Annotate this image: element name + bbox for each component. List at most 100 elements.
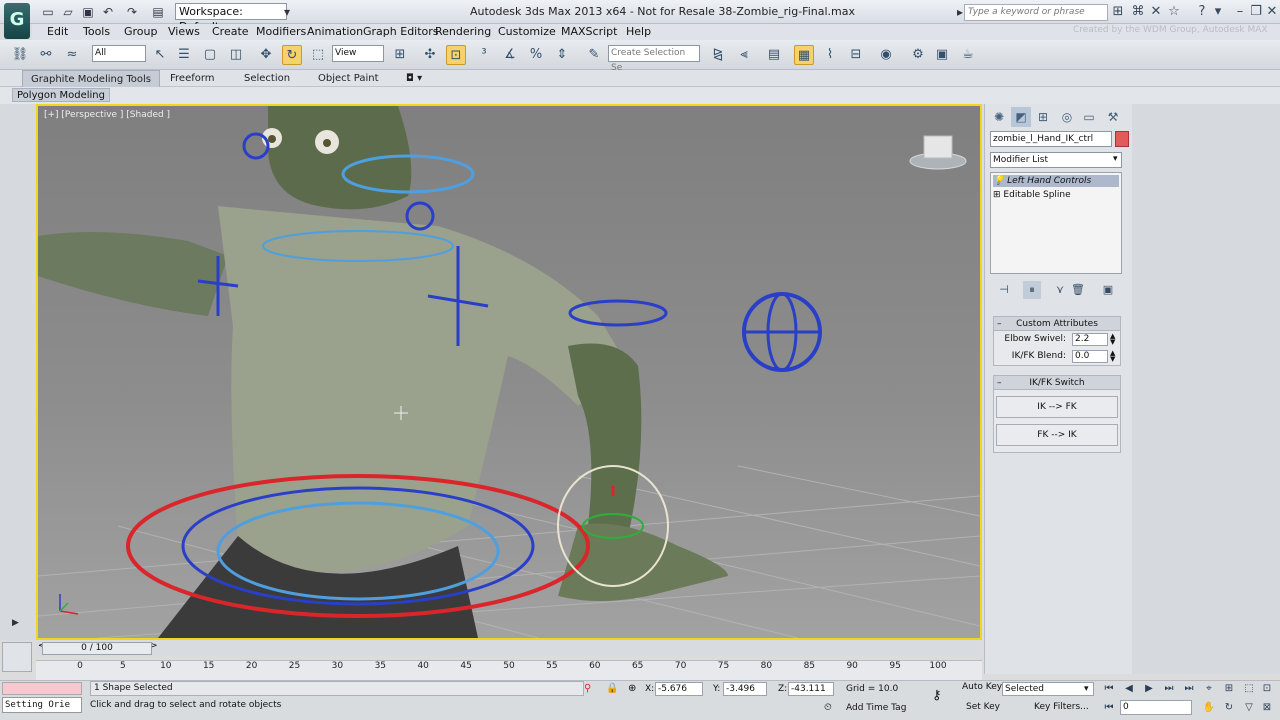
display-tab-icon[interactable]: ▭	[1079, 107, 1099, 127]
key-set-dropdown[interactable]: Selected	[1002, 682, 1094, 696]
percent-snap-icon[interactable]: %	[526, 45, 546, 65]
set-key-button[interactable]: Set Key	[966, 702, 1000, 712]
key-filters-button[interactable]: Key Filters...	[1034, 702, 1089, 712]
auto-key-button[interactable]: Auto Key	[962, 682, 1002, 692]
play-icon[interactable]: ▶	[1140, 681, 1158, 697]
unlink-icon[interactable]: ⚯	[36, 45, 56, 65]
keyboard-shortcut-icon[interactable]: ⊡	[446, 45, 466, 65]
remove-modifier-icon[interactable]: 🗑	[1069, 281, 1087, 299]
polygon-modeling-panel[interactable]: Polygon Modeling	[12, 88, 110, 102]
menu-maxscript[interactable]: MAXScript	[561, 25, 617, 38]
favorites-star-icon[interactable]: ☆	[1166, 4, 1182, 20]
open-file-icon[interactable]: ▱	[60, 4, 76, 20]
zoom-extents-icon[interactable]: ⌖	[1200, 681, 1218, 697]
maxscript-listener-output[interactable]	[2, 682, 82, 695]
fk-to-ik-button[interactable]: FK --> IK	[996, 424, 1118, 446]
lock-icon[interactable]: 🔒	[606, 683, 618, 694]
trackbar[interactable]: 0 5 10 15 20 25 30 35 40 45 50 55 60 65 70 75 80 85 90 95 10…	[36, 660, 982, 682]
schematic-view-icon[interactable]: ⊟	[846, 45, 866, 65]
ikfk-switch-header[interactable]: – IK/FK Switch	[994, 376, 1120, 390]
menu-edit[interactable]: Edit	[47, 25, 68, 38]
x-coordinate-field[interactable]: -5.676	[655, 682, 703, 696]
key-icon[interactable]: ⚷	[932, 688, 942, 703]
go-to-start-icon[interactable]: ⏮	[1100, 681, 1118, 697]
mini-curve-editor-icon[interactable]	[2, 642, 32, 672]
curve-editor-icon[interactable]: ⌇	[820, 45, 840, 65]
modify-tab-icon[interactable]: ◩	[1011, 107, 1031, 127]
chevron-down-icon[interactable]: ▾	[1084, 684, 1089, 694]
spinner-snap-icon[interactable]: ⇕	[552, 45, 572, 65]
close-icon[interactable]: ✕	[1264, 4, 1280, 20]
field-of-view-icon[interactable]: ▽	[1240, 700, 1258, 716]
help-icon[interactable]: ?	[1194, 4, 1210, 20]
tab-freeform[interactable]: Freeform	[162, 70, 223, 87]
viewport-label[interactable]: [+] [Perspective ] [Shaded ]	[44, 110, 170, 120]
add-time-tag[interactable]: Add Time Tag	[846, 703, 906, 713]
move-icon[interactable]: ✥	[256, 45, 276, 65]
chevron-down-icon[interactable]: ▾	[1113, 154, 1118, 164]
isolate-icon[interactable]: ⚲	[584, 683, 591, 694]
redo-icon[interactable]: ↷	[124, 4, 140, 20]
select-object-icon[interactable]: ↖	[150, 45, 170, 65]
menu-help[interactable]: Help	[626, 25, 651, 38]
create-tab-icon[interactable]: ✺	[989, 107, 1009, 127]
menu-graph-editors[interactable]: Graph Editors	[363, 25, 439, 38]
key-mode-icon[interactable]: ⏮	[1100, 700, 1118, 716]
selection-filter-dropdown[interactable]: All	[92, 45, 146, 62]
named-selection-input[interactable]: Create Selection Se	[608, 45, 700, 73]
stack-item-left-hand-controls[interactable]: 💡 Left Hand Controls	[993, 175, 1119, 187]
object-color-swatch[interactable]	[1115, 131, 1129, 147]
material-editor-icon[interactable]: ◉	[876, 45, 896, 65]
tab-object-paint[interactable]: Object Paint	[310, 70, 387, 87]
select-manipulate-icon[interactable]: ✣	[420, 45, 440, 65]
render-setup-icon[interactable]: ⚙	[908, 45, 928, 65]
maxscript-mini-listener[interactable]: Setting Orie	[2, 697, 82, 713]
search-input[interactable]: Type a keyword or phrase	[964, 4, 1108, 21]
elbow-swivel-field[interactable]: 2.2	[1072, 333, 1108, 346]
viewcube[interactable]	[909, 135, 967, 170]
maximize-viewport-icon[interactable]: ⊡	[1258, 681, 1276, 697]
communication-icon[interactable]: ✕	[1148, 4, 1164, 20]
menu-group[interactable]: Group	[124, 25, 158, 38]
show-end-result-icon[interactable]: ⏸	[1023, 281, 1041, 299]
make-unique-icon[interactable]: ⋎	[1051, 281, 1069, 299]
z-coordinate-field[interactable]: -43.111	[788, 682, 834, 696]
orbit-icon[interactable]: ↻	[1220, 700, 1238, 716]
snaps-toggle-icon[interactable]: ³	[474, 45, 494, 65]
bind-space-warp-icon[interactable]: ≈	[62, 45, 82, 65]
stack-item-editable-spline[interactable]: ⊞ Editable Spline	[993, 189, 1071, 201]
zoom-region-icon[interactable]: ⬚	[1240, 681, 1258, 697]
pin-stack-icon[interactable]: ⊣	[995, 281, 1013, 299]
y-coordinate-field[interactable]: -3.496	[723, 682, 767, 696]
play-arrow-icon[interactable]: ▶	[12, 618, 19, 628]
reference-coord-dropdown[interactable]: View	[332, 45, 384, 62]
go-to-end-icon[interactable]: ⏭	[1180, 681, 1198, 697]
menu-tools[interactable]: Tools	[83, 25, 110, 38]
menu-views[interactable]: Views	[168, 25, 200, 38]
subscription-icon[interactable]: ⌘	[1130, 4, 1146, 20]
align-icon[interactable]: ⫷	[734, 45, 754, 65]
maximize-icon[interactable]: ❐	[1248, 4, 1264, 20]
modifier-list-dropdown[interactable]: Modifier List	[990, 152, 1122, 168]
zoom-all-icon[interactable]: ⊞	[1220, 681, 1238, 697]
layer-manager-icon[interactable]: ▤	[764, 45, 784, 65]
time-tag-icon[interactable]: ⏲	[824, 702, 832, 713]
motion-tab-icon[interactable]: ◎	[1057, 107, 1077, 127]
pivot-center-icon[interactable]: ⊞	[390, 45, 410, 65]
minimize-icon[interactable]: –	[1232, 4, 1248, 20]
lightbulb-icon[interactable]: 💡	[993, 176, 1004, 186]
workspace-dropdown[interactable]: Workspace: Default	[175, 3, 287, 33]
menu-rendering[interactable]: Rendering	[435, 25, 491, 38]
project-folder-icon[interactable]: ▤	[150, 4, 166, 20]
menu-animation[interactable]: Animation	[307, 25, 363, 38]
save-icon[interactable]: ▣	[80, 4, 96, 20]
ikfk-blend-field[interactable]: 0.0	[1072, 350, 1108, 363]
expand-plus-icon[interactable]: ⊞	[993, 190, 1001, 200]
ik-to-fk-button[interactable]: IK --> FK	[996, 396, 1118, 418]
chevron-down-icon[interactable]: ▾	[1210, 4, 1226, 20]
custom-attributes-header[interactable]: – Custom Attributes	[994, 317, 1120, 331]
angle-snap-icon[interactable]: ∡	[500, 45, 520, 65]
current-frame-field[interactable]: 0	[1120, 700, 1192, 715]
spinner-icon[interactable]: ▲ ▼	[1110, 350, 1115, 363]
menu-create[interactable]: Create	[212, 25, 249, 38]
